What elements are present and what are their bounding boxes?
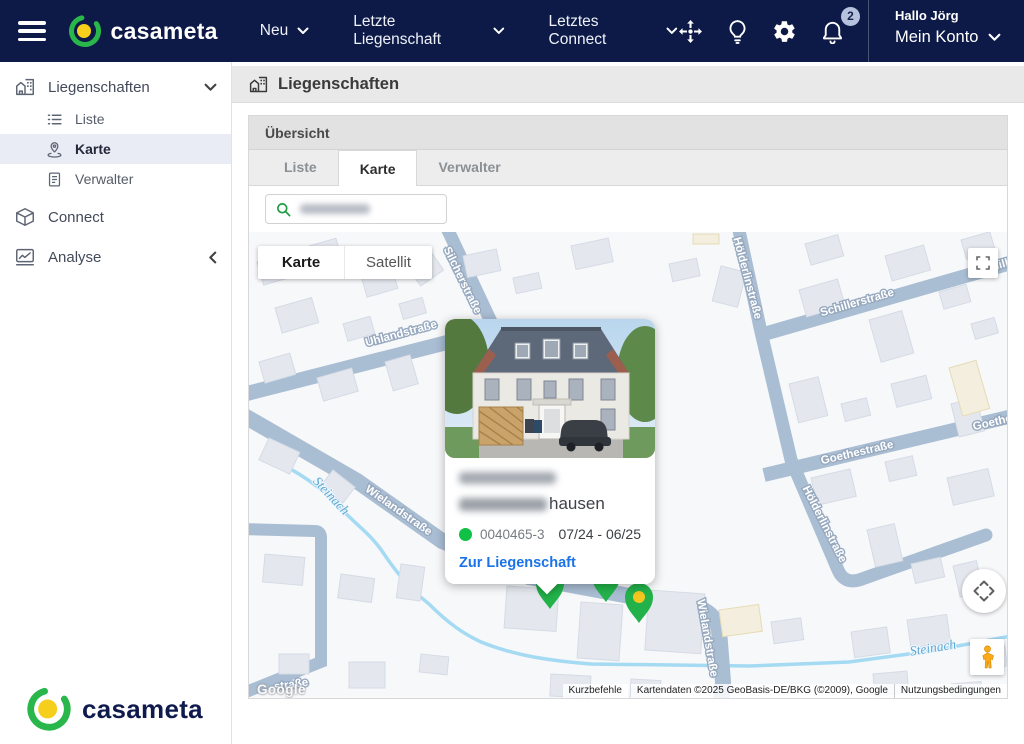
sidebar-item-label: Analyse — [48, 248, 102, 266]
casameta-logo-icon — [68, 15, 101, 47]
sidebar-item-liste[interactable]: Liste — [0, 104, 231, 134]
sidebar-item-liegenschaften[interactable]: Liegenschaften — [0, 70, 231, 104]
map-attribution: Kurzbefehle Kartendaten ©2025 GeoBasis-D… — [562, 684, 1007, 698]
terms-link[interactable]: Nutzungsbedingungen — [893, 684, 1007, 698]
menu-letztes-connect[interactable]: Letztes Connect — [549, 13, 678, 49]
search-query-redacted — [300, 204, 370, 214]
map-type-karte-button[interactable]: Karte — [258, 246, 345, 279]
building-house-icon — [14, 76, 36, 98]
pan-control[interactable] — [962, 569, 1006, 613]
menu-neu[interactable]: Neu — [260, 22, 309, 40]
property-photo — [445, 319, 655, 458]
navbar-brand-logo[interactable]: casameta — [68, 14, 218, 48]
building-house-icon — [249, 76, 268, 92]
google-watermark: Google — [257, 682, 306, 697]
search-toolbar — [249, 186, 1007, 232]
sidebar-item-label: Verwalter — [75, 171, 134, 187]
chevron-down-icon — [204, 83, 217, 91]
billing-period: 07/24 - 06/25 — [558, 526, 641, 542]
brand-name: casameta — [82, 693, 203, 724]
sidebar-item-analyse[interactable]: Analyse — [0, 240, 231, 274]
address-line2-redacted — [459, 497, 547, 511]
status-dot — [459, 527, 472, 541]
tab-liste[interactable]: Liste — [263, 150, 338, 185]
tab-verwalter[interactable]: Verwalter — [417, 150, 521, 185]
sidebar: Liegenschaften Liste Karte Verwalter Con… — [0, 62, 232, 744]
chevron-down-icon — [666, 27, 678, 34]
casameta-logo-icon — [27, 687, 71, 731]
address-line1-redacted — [459, 472, 556, 484]
uebersicht-panel: Übersicht Liste Karte Verwalter Silchers… — [248, 115, 1008, 699]
account-label: Mein Konto — [895, 28, 979, 46]
account-menu[interactable]: Hallo Jörg Mein Konto — [868, 0, 1024, 62]
main-content: Liegenschaften Übersicht Liste Karte Ver… — [232, 62, 1024, 744]
hamburger-menu-icon[interactable] — [18, 21, 46, 41]
chevron-down-icon — [297, 27, 309, 34]
navbar-icons: 2 — [678, 6, 860, 44]
lightbulb-icon[interactable] — [727, 19, 748, 44]
panel-title: Übersicht — [249, 116, 1007, 150]
greeting-text: Hallo Jörg — [895, 8, 959, 23]
search-input[interactable] — [265, 194, 447, 224]
map-type-satellit-button[interactable]: Satellit — [345, 246, 432, 279]
line-chart-icon — [14, 246, 36, 268]
zur-liegenschaft-link[interactable]: Zur Liegenschaft — [459, 555, 641, 571]
tab-bar: Liste Karte Verwalter — [249, 150, 1007, 186]
address-visible-suffix: hausen — [549, 494, 605, 513]
pegman-icon — [981, 645, 994, 669]
property-meta-row: 0040465-3 07/24 - 06/25 — [459, 526, 641, 542]
sidebar-item-connect[interactable]: Connect — [0, 200, 231, 234]
page-header: Liegenschaften — [232, 66, 1024, 103]
sidebar-item-label: Connect — [48, 208, 104, 226]
sidebar-footer-logo: casameta — [26, 686, 203, 732]
navbar-menu: Neu Letzte Liegenschaft Letztes Connect — [260, 13, 678, 49]
pan-arrows-icon — [973, 580, 995, 602]
move-tool-icon[interactable] — [678, 19, 703, 44]
sidebar-item-label: Liegenschaften — [48, 78, 150, 96]
notification-badge: 2 — [841, 6, 860, 26]
map-canvas[interactable]: Silcherstraße Uhlandstraße Schillerstraß… — [249, 232, 1007, 698]
address-line2: hausen — [459, 494, 641, 514]
sidebar-item-karte[interactable]: Karte — [0, 134, 231, 164]
map-pin-icon — [46, 141, 63, 158]
property-info-card: hausen 0040465-3 07/24 - 06/25 Zur Liege… — [445, 319, 655, 595]
gear-icon[interactable] — [772, 19, 797, 44]
sidebar-item-verwalter[interactable]: Verwalter — [0, 164, 231, 194]
brand-name: casameta — [110, 17, 218, 44]
list-icon — [46, 111, 63, 128]
tab-karte[interactable]: Karte — [337, 150, 418, 186]
chevron-down-icon — [493, 27, 505, 34]
property-id: 0040465-3 — [480, 526, 545, 542]
fullscreen-button[interactable] — [968, 248, 998, 278]
page-title: Liegenschaften — [278, 74, 400, 93]
bell-icon[interactable]: 2 — [821, 6, 860, 44]
top-navbar: casameta Neu Letzte Liegenschaft Letztes… — [0, 0, 1024, 62]
fullscreen-icon — [976, 256, 990, 270]
chevron-left-icon — [209, 251, 217, 263]
map-type-control: Karte Satellit — [258, 246, 432, 279]
search-icon — [277, 202, 291, 216]
keyboard-shortcuts-link[interactable]: Kurzbefehle — [562, 684, 628, 698]
cube-icon — [14, 206, 36, 228]
sidebar-item-label: Karte — [75, 141, 111, 157]
chevron-down-icon — [989, 33, 1001, 41]
document-card-icon — [46, 171, 63, 188]
pegman-button[interactable] — [970, 639, 1004, 675]
map-data-attribution: Kartendaten ©2025 GeoBasis-DE/BKG (©2009… — [630, 684, 894, 698]
menu-letzte-liegenschaft[interactable]: Letzte Liegenschaft — [353, 13, 505, 49]
sidebar-item-label: Liste — [75, 111, 105, 127]
property-card-body: hausen 0040465-3 07/24 - 06/25 Zur Liege… — [445, 458, 655, 595]
